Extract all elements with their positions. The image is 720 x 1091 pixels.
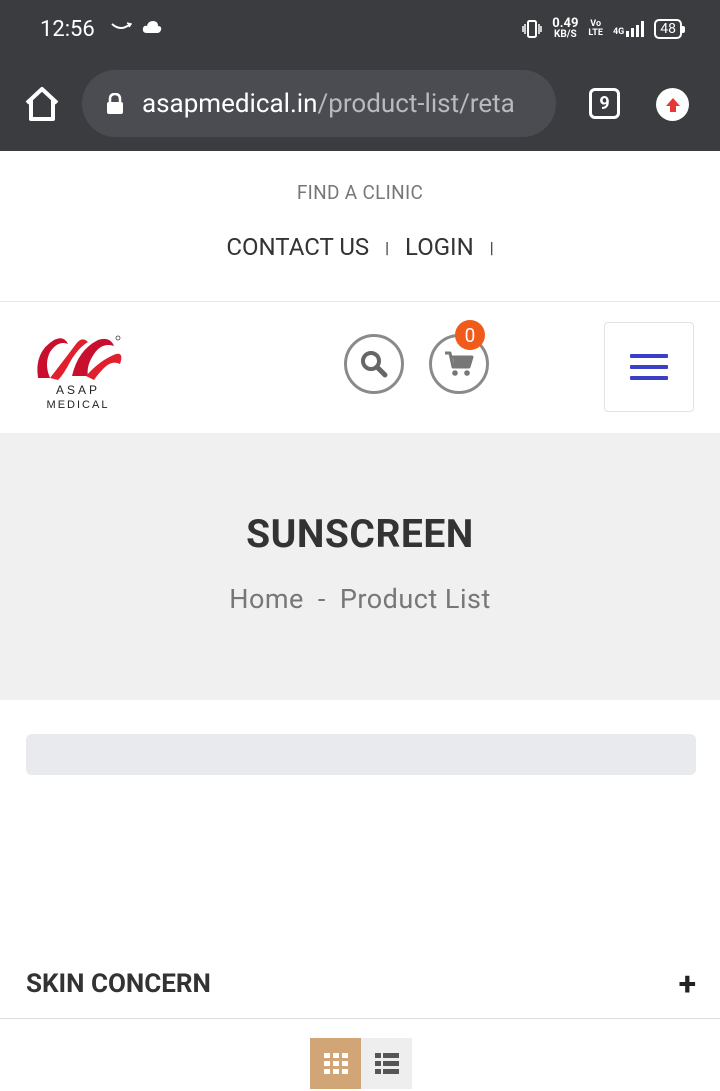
network-speed: 0.49 KB/S bbox=[552, 16, 579, 40]
find-clinic-link[interactable]: FIND A CLINIC bbox=[0, 181, 720, 204]
cart-count-badge: 0 bbox=[455, 320, 485, 350]
signal-indicator: 4G bbox=[613, 21, 645, 37]
top-links-bar: FIND A CLINIC CONTACT US | LOGIN | bbox=[0, 151, 720, 302]
skin-concern-filter-toggle[interactable]: SKIN CONCERN + bbox=[26, 950, 696, 1018]
vibrate-icon bbox=[522, 20, 543, 38]
plus-icon: + bbox=[678, 965, 696, 1003]
status-indicators: 0.49 KB/S Vo LTE 4G 48 bbox=[522, 16, 685, 40]
arrow-up-icon bbox=[665, 97, 680, 112]
amazon-smile-icon bbox=[111, 22, 132, 29]
breadcrumb-separator: - bbox=[317, 583, 326, 615]
grid-icon bbox=[323, 1052, 348, 1074]
page-title: SUNSCREEN bbox=[246, 511, 474, 557]
list-icon bbox=[374, 1052, 399, 1074]
search-button[interactable] bbox=[344, 334, 404, 394]
asap-medical-logo[interactable]: ASAP MEDICAL bbox=[28, 330, 128, 412]
url-text: asapmedical.in/product-list/reta bbox=[142, 88, 515, 119]
home-button[interactable] bbox=[22, 85, 62, 123]
grid-view-button[interactable] bbox=[310, 1038, 361, 1089]
signal-bars-icon bbox=[626, 21, 645, 37]
link-separator: | bbox=[489, 237, 494, 257]
filter-bar-placeholder bbox=[26, 734, 696, 775]
battery-indicator: 48 bbox=[654, 19, 685, 39]
site-header: ASAP MEDICAL 0 bbox=[0, 302, 720, 433]
view-toggle bbox=[310, 1038, 412, 1089]
svg-text:ASAP: ASAP bbox=[56, 383, 100, 397]
contact-us-link[interactable]: CONTACT US bbox=[226, 233, 369, 261]
tab-switcher-button[interactable]: 9 bbox=[589, 88, 620, 119]
breadcrumb-home-link[interactable]: Home bbox=[229, 583, 304, 615]
account-links: CONTACT US | LOGIN | bbox=[0, 233, 720, 261]
skin-concern-label: SKIN CONCERN bbox=[26, 969, 211, 999]
search-icon bbox=[361, 351, 388, 378]
link-separator: | bbox=[385, 237, 390, 257]
lock-icon bbox=[107, 92, 123, 114]
hamburger-icon bbox=[630, 354, 668, 358]
status-time: 12:56 bbox=[40, 17, 95, 42]
volte-indicator: Vo LTE bbox=[588, 19, 603, 38]
home-icon bbox=[25, 87, 59, 121]
cloud-icon bbox=[142, 21, 162, 33]
divider bbox=[0, 1018, 720, 1019]
svg-text:MEDICAL: MEDICAL bbox=[47, 399, 110, 411]
menu-button[interactable] bbox=[604, 322, 694, 412]
breadcrumb: Home - Product List bbox=[0, 583, 720, 615]
list-view-button[interactable] bbox=[361, 1038, 412, 1089]
status-notifications bbox=[110, 20, 162, 34]
address-bar[interactable]: asapmedical.in/product-list/reta bbox=[82, 70, 556, 137]
page-banner: SUNSCREEN Home - Product List bbox=[0, 433, 720, 700]
login-link[interactable]: LOGIN bbox=[405, 233, 474, 261]
browser-chrome: 12:56 0.49 KB/S Vo LTE 4G 48 asapmedical… bbox=[0, 0, 720, 151]
update-button[interactable] bbox=[656, 88, 689, 121]
cart-icon bbox=[445, 351, 474, 376]
breadcrumb-current: Product List bbox=[339, 583, 491, 615]
